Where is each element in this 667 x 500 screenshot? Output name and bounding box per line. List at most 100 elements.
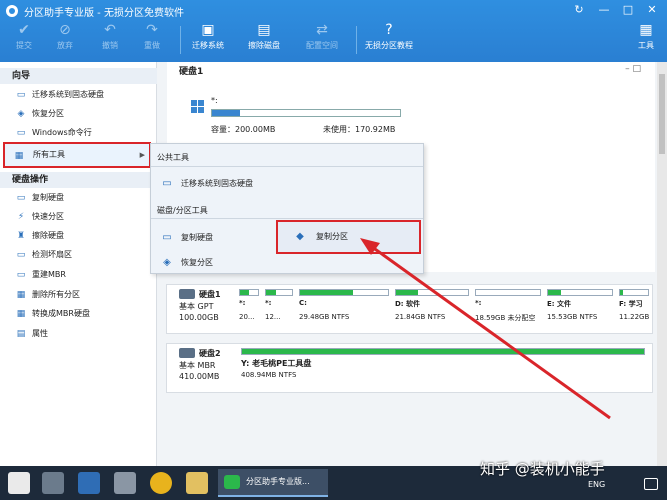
partition-cell[interactable]: F: 学习 11.22GB — [617, 285, 653, 333]
discard-button[interactable]: ⊘ 放弃 — [53, 22, 77, 60]
refresh-icon[interactable]: ↻ — [571, 2, 587, 18]
mbr-icon: ▭ — [16, 270, 26, 280]
partition-cell[interactable]: E: 文件 15.53GB NTFS — [545, 285, 617, 333]
partition-usage-fill — [266, 290, 277, 295]
wipe-icon: ▤ — [257, 22, 271, 38]
disk-info: 硬盘2 基本 MBR 410.00MB — [179, 348, 221, 381]
sidebar-item-restore-partition[interactable]: ◈ 恢复分区 — [0, 105, 152, 123]
sidebar-item-properties[interactable]: ▤ 属性 — [0, 325, 152, 343]
restore-icon: ◈ — [17, 109, 25, 119]
redo-icon: ↷ — [146, 22, 158, 38]
sidebar-item-all-tools[interactable]: ▦ 所有工具 ▶ — [3, 142, 151, 168]
sidebar-item-check-bad-sectors[interactable]: ▭ 检测坏扇区 — [0, 246, 152, 264]
vertical-scrollbar[interactable] — [657, 62, 667, 466]
language-indicator[interactable]: ENG — [588, 480, 605, 489]
partition-usage-fill — [212, 110, 241, 116]
window-title: 分区助手专业版 - 无损分区免费软件 — [24, 8, 184, 19]
partition-cell[interactable]: *: 18.59GB 未分配空 — [473, 285, 545, 333]
allocate-icon: ⇄ — [316, 22, 328, 38]
delete-icon: ▦ — [16, 290, 26, 300]
flyout-section-disk-tools: 磁盘/分区工具 — [157, 206, 208, 215]
partition-cell[interactable]: D: 软件 21.84GB NTFS — [393, 285, 473, 333]
partition-capacity: 容量：200.00MB — [211, 125, 276, 134]
sidebar-item-delete-all-partitions[interactable]: ▦ 删除所有分区 — [0, 286, 152, 304]
grid-icon: ▦ — [14, 151, 24, 161]
computer-icon[interactable] — [114, 472, 136, 494]
toolbar-divider — [356, 26, 357, 54]
partition-cell[interactable]: C: 29.48GB NTFS — [297, 285, 393, 333]
disk-row-1[interactable]: 硬盘1 基本 GPT 100.00GB *: 20... *: 12... C:… — [166, 284, 653, 334]
migrate-icon: ▭ — [16, 90, 26, 100]
scrollbar-thumb[interactable] — [659, 74, 665, 154]
partition-usage-fill — [300, 290, 353, 295]
undo-icon: ↶ — [104, 22, 116, 38]
partition-drive-letter: *: — [211, 96, 218, 105]
migrate-icon: ▣ — [201, 22, 215, 38]
network-icon[interactable] — [78, 472, 100, 494]
check-disk-icon: ▭ — [16, 250, 26, 260]
watermark: 知乎 @装机小能手 — [480, 460, 605, 478]
copy-disk-icon: ▭ — [162, 232, 172, 243]
sidebar-section-guide: 向导 — [0, 68, 157, 84]
notification-icon[interactable] — [644, 478, 658, 490]
all-tools-flyout: 公共工具 ▭ 迁移系统到固态硬盘 磁盘/分区工具 ▭ 复制硬盘 ◆ 复制分区 ◈… — [150, 143, 424, 274]
flyout-section-public: 公共工具 — [157, 153, 189, 162]
brush-icon: ♜ — [16, 231, 26, 241]
folder-icon[interactable] — [186, 472, 208, 494]
partition-usage-bar[interactable] — [241, 348, 645, 355]
disk1-title: 硬盘1 — [179, 67, 204, 77]
sidebar-item-copy-disk[interactable]: ▭ 复制硬盘 — [0, 189, 152, 207]
title-toolbar: 分区助手专业版 - 无损分区免费软件 ↻ — □ ✕ ✔ 提交 ⊘ 放弃 ↶ 撤… — [0, 0, 667, 62]
help-icon: ? — [385, 22, 393, 38]
partition-card[interactable]: *: 容量：200.00MB 未使用：170.92MB — [179, 92, 411, 144]
commit-button[interactable]: ✔ 提交 — [12, 22, 36, 60]
migrate-icon: ▭ — [162, 178, 172, 189]
properties-icon: ▤ — [16, 329, 26, 339]
checkmark-icon: ✔ — [18, 22, 30, 38]
partition-label: Y: 老毛桃PE工具盘 — [241, 359, 312, 368]
allocate-space-button[interactable]: ⇄ 配置空间 — [304, 22, 340, 60]
hard-disk-icon — [179, 289, 195, 299]
windows-logo-icon — [191, 100, 205, 114]
sidebar-item-rebuild-mbr[interactable]: ▭ 重建MBR — [0, 266, 152, 284]
flyout-divider — [151, 218, 423, 219]
flyout-item-copy-disk[interactable]: ▭ 复制硬盘 — [155, 228, 265, 248]
partition-usage-fill — [396, 290, 418, 295]
disk-tool-icon[interactable] — [42, 472, 64, 494]
tools-button[interactable]: ▦ 工具 — [634, 22, 658, 60]
app-logo-icon — [6, 5, 18, 17]
partition-cell[interactable]: *: 12... — [263, 285, 297, 333]
convert-icon: ▦ — [16, 309, 26, 319]
chevron-right-icon: ▶ — [139, 151, 145, 159]
migrate-os-button[interactable]: ▣ 迁移系统 — [190, 22, 226, 60]
disk-row-2[interactable]: 硬盘2 基本 MBR 410.00MB Y: 老毛桃PE工具盘 408.94MB… — [166, 343, 653, 393]
toolbar-divider — [180, 26, 181, 54]
redo-button[interactable]: ↷ 重做 — [140, 22, 164, 60]
partition-cell[interactable]: *: 20... — [237, 285, 263, 333]
minimize-button[interactable]: — — [596, 2, 612, 18]
panel-window-controls[interactable]: – □ — [625, 64, 641, 74]
sidebar-item-quick-partition[interactable]: ⚡ 快速分区 — [0, 208, 152, 226]
disk-info: 硬盘1 基本 GPT 100.00GB — [179, 289, 221, 322]
flyout-item-copy-partition[interactable]: ◆ 复制分区 — [276, 220, 421, 254]
taskbar-active-app[interactable]: 分区助手专业版... — [218, 469, 328, 497]
sidebar-item-convert-mbr[interactable]: ▦ 转换成MBR硬盘 — [0, 305, 152, 323]
restore-icon: ◈ — [163, 257, 171, 268]
close-button[interactable]: ✕ — [644, 2, 660, 18]
partition-unused: 未使用：170.92MB — [323, 125, 396, 134]
sidebar-item-wipe-disk[interactable]: ♜ 擦除硬盘 — [0, 227, 152, 245]
hard-disk-icon — [179, 348, 195, 358]
partition-usage-fill — [240, 290, 249, 295]
sidebar-item-windows-cmd[interactable]: ▭ Windows命令行 — [0, 124, 152, 142]
flyout-item-migrate-ssd[interactable]: ▭ 迁移系统到固态硬盘 — [155, 174, 315, 194]
tutorial-button[interactable]: ? 无损分区教程 — [364, 22, 414, 60]
search-icon[interactable] — [150, 472, 172, 494]
flyout-item-restore-partition[interactable]: ◈ 恢复分区 — [155, 253, 265, 273]
wipe-disk-button[interactable]: ▤ 擦除磁盘 — [246, 22, 282, 60]
copy-partition-icon: ◆ — [296, 231, 304, 242]
maximize-button[interactable]: □ — [620, 2, 636, 18]
toolbox-icon: ▦ — [639, 22, 653, 38]
sidebar-item-migrate-ssd[interactable]: ▭ 迁移系统到固态硬盘 — [0, 86, 152, 104]
undo-button[interactable]: ↶ 撤销 — [98, 22, 122, 60]
windows-start-icon[interactable] — [8, 472, 30, 494]
